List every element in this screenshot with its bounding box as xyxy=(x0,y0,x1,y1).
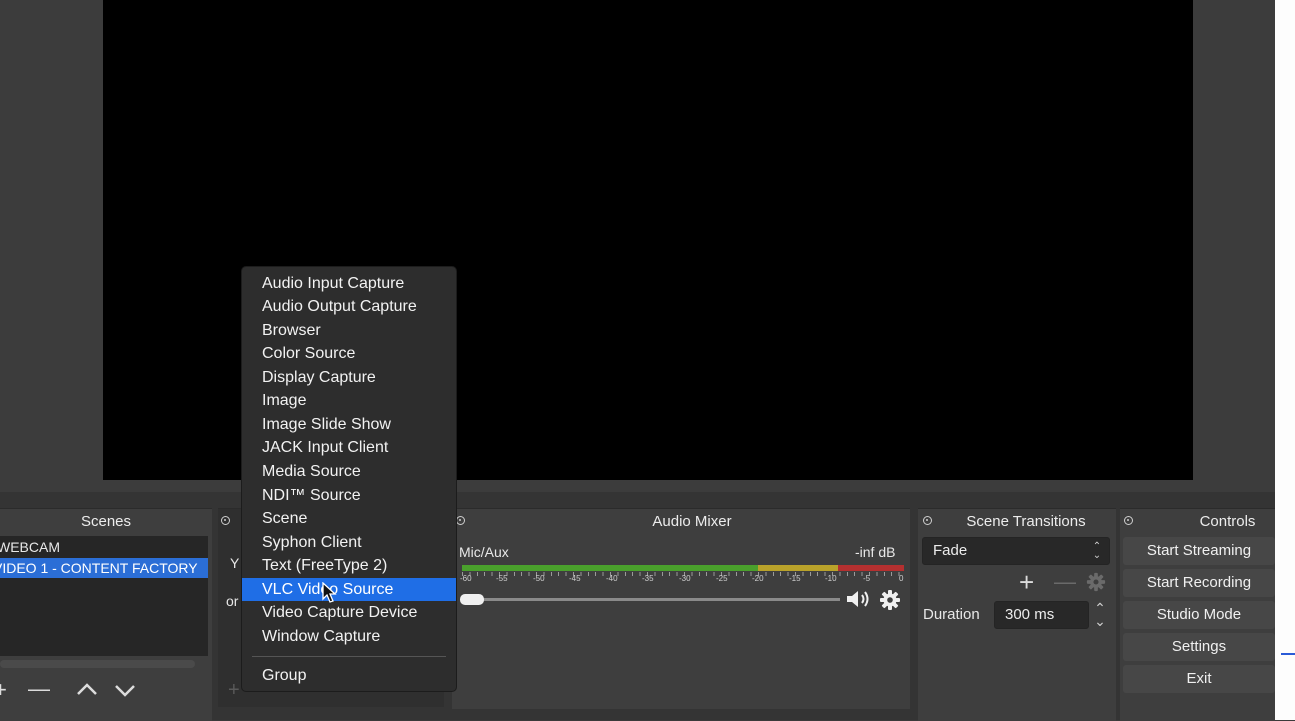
scene-item-webcam[interactable]: WEBCAM xyxy=(0,537,208,557)
settings-button[interactable]: Settings xyxy=(1123,633,1275,661)
float-dock-icon[interactable] xyxy=(221,516,230,525)
transition-select-value: Fade xyxy=(933,542,968,559)
scale-tick-label: -25 xyxy=(716,574,728,583)
scale-tick-label: -45 xyxy=(569,574,581,583)
volume-meter-red xyxy=(838,565,904,571)
scenes-list[interactable]: WEBCAM VIDEO 1 - CONTENT FACTORY xyxy=(0,536,208,656)
speaker-icon[interactable] xyxy=(845,588,873,615)
audio-mixer-dock: Audio Mixer Mic/Aux -inf dB xyxy=(452,508,910,709)
remove-icon[interactable]: — xyxy=(28,678,50,700)
duration-value: 300 ms xyxy=(1005,606,1055,623)
audio-mixer-title: Audio Mixer xyxy=(652,513,732,530)
add-icon[interactable]: + xyxy=(228,679,240,702)
menu-item-image[interactable]: Image xyxy=(242,389,456,412)
studio-mode-button[interactable]: Studio Mode xyxy=(1123,601,1275,629)
scale-tick-label: -60 xyxy=(460,574,472,583)
sources-partial-text: or xyxy=(226,593,239,609)
menu-item-vlc-video-source[interactable]: VLC Video Source xyxy=(242,578,456,601)
scale-tick-label: -30 xyxy=(679,574,691,583)
right-edge-line xyxy=(1281,653,1295,655)
channel-name: Mic/Aux xyxy=(459,544,509,560)
scale-tick-label: -35 xyxy=(642,574,654,583)
scale-tick-label: -20 xyxy=(752,574,764,583)
volume-slider-track[interactable] xyxy=(462,598,840,601)
volume-slider-handle[interactable] xyxy=(460,594,484,605)
menu-item-syphon-client[interactable]: Syphon Client xyxy=(242,531,456,554)
scale-tick-label: 0 xyxy=(899,574,904,583)
move-down-icon[interactable] xyxy=(114,680,136,702)
start-streaming-button[interactable]: Start Streaming xyxy=(1123,537,1275,565)
scale-tick-label: -15 xyxy=(789,574,801,583)
menu-item-color-source[interactable]: Color Source xyxy=(242,342,456,365)
menu-item-media-source[interactable]: Media Source xyxy=(242,460,456,483)
controls-title: Controls xyxy=(1199,513,1256,530)
menu-item-group[interactable]: Group xyxy=(242,664,456,687)
scale-tick-label: -5 xyxy=(863,574,871,583)
duration-label: Duration xyxy=(923,606,980,623)
volume-meter-yellow xyxy=(758,565,838,571)
menu-item-jack-input-client[interactable]: JACK Input Client xyxy=(242,436,456,459)
gear-icon[interactable] xyxy=(879,589,901,616)
scale-tick-label: -40 xyxy=(606,574,618,583)
scene-item-video-1[interactable]: VIDEO 1 - CONTENT FACTORY xyxy=(0,558,208,578)
scale-tick-label: -55 xyxy=(496,574,508,583)
menu-separator xyxy=(252,656,446,657)
select-arrows-icon[interactable]: ⌃ ⌄ xyxy=(1090,542,1104,561)
menu-item-window-capture[interactable]: Window Capture xyxy=(242,625,456,648)
volume-meter-green xyxy=(462,565,758,571)
menu-item-text-freetype[interactable]: Text (FreeType 2) xyxy=(242,554,456,577)
menu-item-audio-input-capture[interactable]: Audio Input Capture xyxy=(242,272,456,295)
channel-level: -inf dB xyxy=(855,544,896,560)
scene-label: WEBCAM xyxy=(0,539,60,555)
transition-select[interactable]: Fade xyxy=(922,537,1110,565)
move-up-icon[interactable] xyxy=(76,678,98,700)
menu-item-scene[interactable]: Scene xyxy=(242,507,456,530)
menu-item-audio-output-capture[interactable]: Audio Output Capture xyxy=(242,295,456,318)
sources-partial-text: Y xyxy=(230,555,240,571)
float-dock-icon[interactable] xyxy=(923,516,932,525)
exit-button[interactable]: Exit xyxy=(1123,665,1275,693)
menu-item-image-slide-show[interactable]: Image Slide Show xyxy=(242,413,456,436)
add-icon[interactable]: + xyxy=(0,679,7,701)
add-transition-icon[interactable]: + xyxy=(1019,568,1034,596)
menu-item-display-capture[interactable]: Display Capture xyxy=(242,366,456,389)
scene-transitions-title: Scene Transitions xyxy=(966,513,1086,530)
menu-item-video-capture-device[interactable]: Video Capture Device xyxy=(242,601,456,624)
float-dock-icon[interactable] xyxy=(1124,516,1133,525)
duration-input[interactable]: 300 ms xyxy=(994,601,1089,629)
menu-item-ndi-source[interactable]: NDI™ Source xyxy=(242,484,456,507)
mouse-cursor-icon xyxy=(322,582,337,603)
duration-stepper[interactable]: ⌃ ⌄ xyxy=(1090,601,1110,628)
menu-item-browser[interactable]: Browser xyxy=(242,319,456,342)
scene-label: VIDEO 1 - CONTENT FACTORY xyxy=(0,560,198,576)
start-recording-button[interactable]: Start Recording xyxy=(1123,569,1275,597)
scenes-scrollbar[interactable] xyxy=(0,660,195,668)
right-edge xyxy=(1275,0,1295,720)
remove-transition-icon[interactable]: — xyxy=(1054,568,1076,596)
scenes-title: Scenes xyxy=(80,513,132,530)
transition-settings-icon[interactable] xyxy=(1086,572,1106,597)
scale-tick-label: -50 xyxy=(533,574,545,583)
scale-tick-label: -10 xyxy=(825,574,837,583)
